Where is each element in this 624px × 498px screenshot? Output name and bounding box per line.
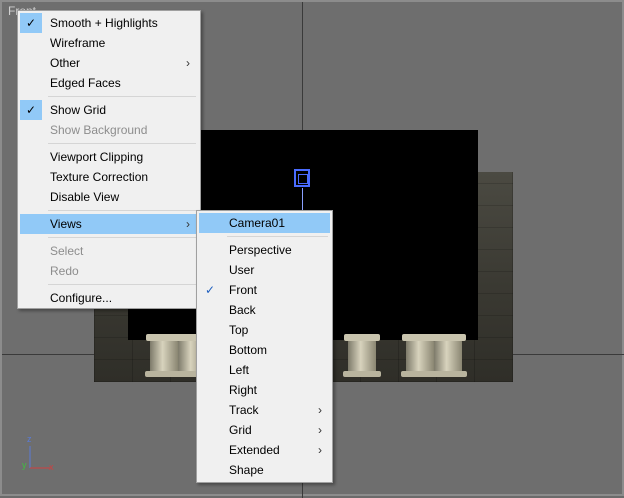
menu-item-front[interactable]: ✓ Front bbox=[199, 280, 330, 300]
menu-item-grid[interactable]: Grid › bbox=[199, 420, 330, 440]
menu-item-show-grid[interactable]: ✓ Show Grid bbox=[20, 100, 198, 120]
menu-item-extended[interactable]: Extended › bbox=[199, 440, 330, 460]
menu-item-wireframe[interactable]: Wireframe bbox=[20, 33, 198, 53]
menu-separator bbox=[48, 96, 196, 97]
menu-item-left[interactable]: Left bbox=[199, 360, 330, 380]
menu-item-camera01[interactable]: Camera01 bbox=[199, 213, 330, 233]
check-icon: ✓ bbox=[204, 283, 216, 297]
check-icon: ✓ bbox=[20, 13, 42, 33]
views-submenu: Camera01 Perspective User ✓ Front Back T… bbox=[196, 210, 333, 483]
submenu-arrow-icon: › bbox=[186, 217, 190, 231]
menu-separator bbox=[48, 284, 196, 285]
submenu-arrow-icon: › bbox=[318, 403, 322, 417]
viewport-context-menu: ✓ Smooth + Highlights Wireframe Other › … bbox=[17, 10, 201, 309]
menu-item-bottom[interactable]: Bottom bbox=[199, 340, 330, 360]
menu-separator bbox=[48, 237, 196, 238]
menu-item-back[interactable]: Back bbox=[199, 300, 330, 320]
submenu-arrow-icon: › bbox=[186, 56, 190, 70]
menu-item-configure[interactable]: Configure... bbox=[20, 288, 198, 308]
axis-y-label: y bbox=[22, 460, 27, 470]
column-4 bbox=[401, 334, 439, 377]
submenu-arrow-icon: › bbox=[318, 423, 322, 437]
axis-tripod-icon: z y x bbox=[22, 434, 62, 474]
camera-object-icon[interactable] bbox=[294, 169, 310, 187]
menu-separator bbox=[48, 143, 196, 144]
menu-item-edged-faces[interactable]: Edged Faces bbox=[20, 73, 198, 93]
column-5 bbox=[429, 334, 467, 377]
submenu-arrow-icon: › bbox=[318, 443, 322, 457]
menu-item-shape[interactable]: Shape bbox=[199, 460, 330, 480]
menu-item-perspective[interactable]: Perspective bbox=[199, 240, 330, 260]
axis-x-label: x bbox=[49, 462, 54, 472]
column-3 bbox=[343, 334, 381, 377]
menu-item-top[interactable]: Top bbox=[199, 320, 330, 340]
axis-z-label: z bbox=[27, 434, 32, 444]
menu-item-show-background: Show Background bbox=[50, 123, 148, 137]
column-1 bbox=[145, 334, 183, 377]
menu-item-other[interactable]: Other › bbox=[20, 53, 198, 73]
menu-item-user[interactable]: User bbox=[199, 260, 330, 280]
menu-item-disable-view[interactable]: Disable View bbox=[20, 187, 198, 207]
menu-separator bbox=[48, 210, 196, 211]
menu-item-smooth-highlights[interactable]: ✓ Smooth + Highlights bbox=[20, 13, 198, 33]
menu-item-track[interactable]: Track › bbox=[199, 400, 330, 420]
menu-item-right[interactable]: Right bbox=[199, 380, 330, 400]
menu-item-viewport-clipping[interactable]: Viewport Clipping bbox=[20, 147, 198, 167]
check-icon: ✓ bbox=[20, 100, 42, 120]
menu-separator bbox=[227, 236, 328, 237]
menu-item-select: Select bbox=[50, 244, 84, 258]
menu-item-views[interactable]: Views › bbox=[20, 214, 198, 234]
menu-item-texture-correction[interactable]: Texture Correction bbox=[20, 167, 198, 187]
menu-item-redo: Redo bbox=[50, 264, 79, 278]
